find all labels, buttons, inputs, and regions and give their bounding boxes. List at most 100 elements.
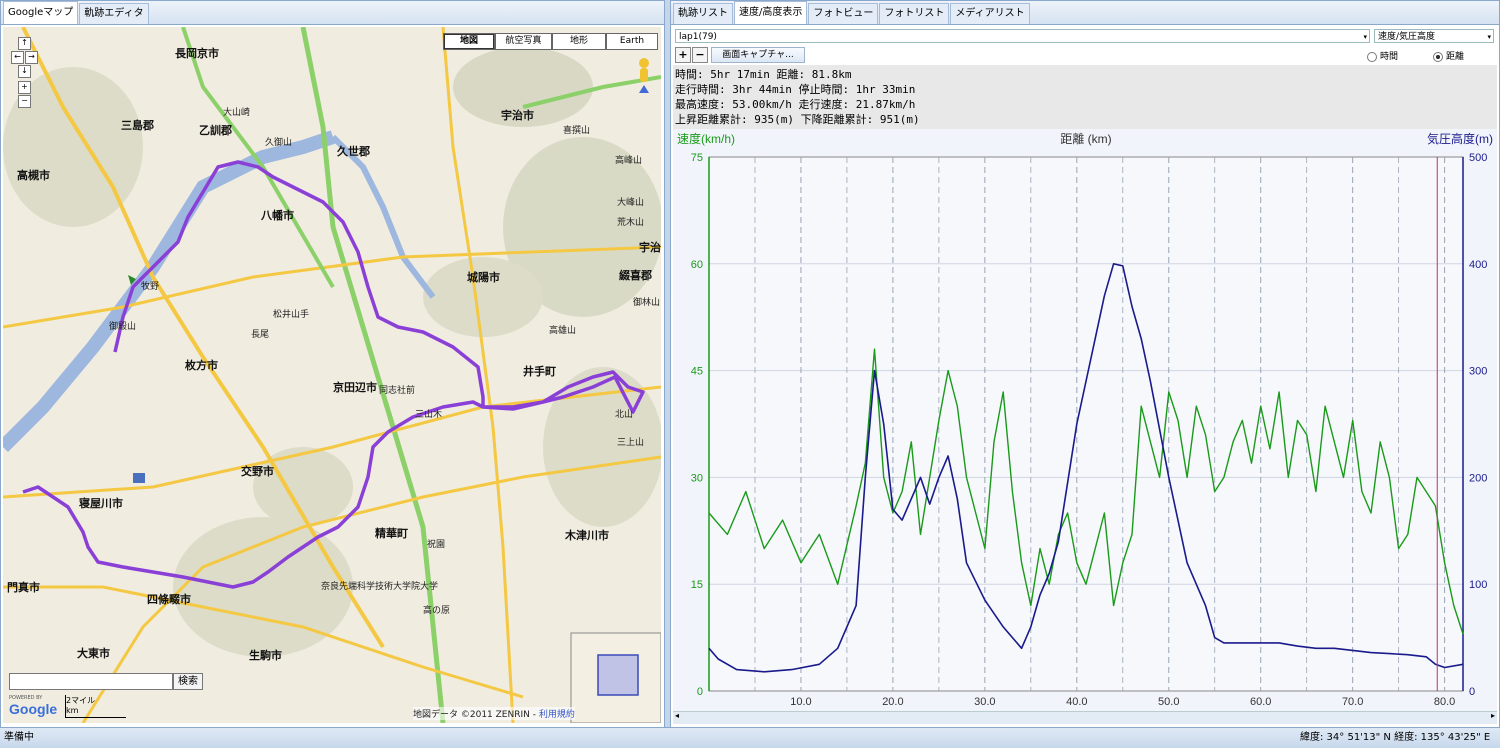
map-search-button[interactable]: 検索 bbox=[173, 673, 203, 690]
pan-right-button[interactable]: → bbox=[25, 51, 38, 64]
zoom-in-chart-button[interactable]: + bbox=[675, 47, 691, 63]
y-right-tick-label: 0 bbox=[1469, 686, 1475, 698]
right-tab-bar: 軌跡リスト 速度/高度表示 フォトビュー フォトリスト メディアリスト bbox=[671, 1, 1499, 25]
map-place-label: 八幡市 bbox=[261, 209, 294, 222]
map-place-label: 久御山 bbox=[265, 138, 293, 148]
map-place-label: 御殿山 bbox=[109, 322, 137, 332]
radio-distance[interactable]: 距離 bbox=[1433, 49, 1464, 62]
speed-altitude-chart[interactable]: 75 60 45 30 15 0 500 400 300 200 100 0 10.0 20.0 30.0 4… bbox=[673, 129, 1497, 711]
y-right-tick-label: 300 bbox=[1469, 366, 1487, 378]
map-place-label: 大東市 bbox=[77, 647, 110, 660]
map-place-label: 高峰山 bbox=[615, 156, 643, 166]
y-right-tick-label: 200 bbox=[1469, 472, 1487, 484]
y-left-tick-label: 15 bbox=[691, 579, 703, 591]
pan-down-button[interactable]: ↓ bbox=[18, 65, 31, 78]
map-type-satellite[interactable]: 航空写真 bbox=[495, 33, 552, 50]
x-tick-label: 10.0 bbox=[790, 696, 811, 708]
pan-left-button[interactable]: ← bbox=[11, 51, 24, 64]
radio-time-label: 時間 bbox=[1380, 52, 1399, 62]
y-left-tick-label: 30 bbox=[691, 472, 703, 484]
map-type-terrain[interactable]: 地形 bbox=[552, 33, 606, 50]
screen-capture-button[interactable]: 画面キャプチャ... bbox=[711, 47, 805, 63]
y-right-tick-label: 500 bbox=[1469, 152, 1487, 164]
chevron-down-icon: ▾ bbox=[1363, 33, 1367, 41]
y-right-axis-label: 気圧高度(m) bbox=[1427, 131, 1493, 146]
map-place-label: 精華町 bbox=[375, 527, 408, 540]
map-place-label: 城陽市 bbox=[467, 271, 500, 284]
tab-google-map[interactable]: Googleマップ bbox=[3, 1, 79, 24]
map-place-label: 荒木山 bbox=[617, 218, 645, 228]
map-copyright: 地図データ ©2011 ZENRIN - 利用規約 bbox=[413, 707, 575, 720]
lap-select-value: lap1(79) bbox=[679, 32, 717, 42]
x-tick-label: 50.0 bbox=[1158, 696, 1179, 708]
radio-distance-circle bbox=[1433, 51, 1443, 62]
google-logo[interactable]: Google bbox=[9, 701, 57, 717]
map-search-input[interactable] bbox=[9, 673, 173, 690]
x-tick-label: 40.0 bbox=[1066, 696, 1087, 708]
y-left-tick-label: 0 bbox=[697, 686, 703, 698]
scroll-right-arrow-icon[interactable]: ▸ bbox=[1491, 711, 1495, 720]
radio-time-circle bbox=[1367, 51, 1377, 62]
stats-elevation: 上昇距離累計: 935(m) 下降距離累計: 951(m) bbox=[675, 113, 920, 126]
stats-time: 時間: 5hr 17min 距離: 81.8km bbox=[675, 68, 852, 81]
x-tick-label: 60.0 bbox=[1250, 696, 1271, 708]
lap-select[interactable]: lap1(79) ▾ bbox=[675, 29, 1370, 43]
y-left-tick-label: 75 bbox=[691, 152, 703, 164]
map-place-label: 宇治 bbox=[639, 241, 661, 254]
radio-time[interactable]: 時間 bbox=[1367, 49, 1398, 62]
x-tick-label: 30.0 bbox=[974, 696, 995, 708]
x-tick-label: 80.0 bbox=[1434, 696, 1455, 708]
scroll-left-arrow-icon[interactable]: ◂ bbox=[675, 711, 679, 720]
map-place-label: 久世郡 bbox=[337, 145, 370, 158]
mode-select[interactable]: 速度/気圧高度 ▾ bbox=[1374, 29, 1494, 43]
map-place-label: 御林山 bbox=[633, 298, 661, 308]
map-place-label: 三上山 bbox=[617, 438, 645, 448]
mode-select-value: 速度/気圧高度 bbox=[1378, 32, 1436, 42]
pan-up-button[interactable]: ↑ bbox=[18, 37, 31, 50]
map-canvas[interactable]: 長岡京市 乙訓郡 三島郡 高槻市 久世郡 宇治市 八幡市 城陽市 枚方市 京田辺市 井手町 交野市 寝屋… bbox=[3, 27, 661, 723]
map-type-earth[interactable]: Earth bbox=[606, 33, 658, 50]
tab-track-editor[interactable]: 軌跡エディタ bbox=[79, 3, 149, 24]
zoom-out-chart-button[interactable]: − bbox=[692, 47, 708, 63]
terms-link[interactable]: 利用規約 bbox=[539, 710, 575, 720]
map-place-label: 長岡京市 bbox=[175, 47, 219, 60]
map-place-label: 祝園 bbox=[427, 540, 446, 550]
tab-media-list[interactable]: メディアリスト bbox=[950, 3, 1030, 24]
map-place-label: 枚方市 bbox=[185, 359, 218, 372]
y-right-tick-label: 400 bbox=[1469, 259, 1487, 271]
y-left-tick-label: 60 bbox=[691, 259, 703, 271]
tab-track-list[interactable]: 軌跡リスト bbox=[673, 3, 733, 24]
chart-horizontal-scrollbar[interactable]: ◂ ▸ bbox=[673, 711, 1497, 724]
map-place-label: 生駒市 bbox=[249, 649, 282, 662]
scale-km-label: km bbox=[66, 706, 79, 715]
map-place-label: 松井山手 bbox=[273, 310, 310, 320]
map-place-label: 井手町 bbox=[523, 365, 556, 378]
tab-speed-altitude[interactable]: 速度/高度表示 bbox=[734, 1, 808, 24]
map-panel: Googleマップ 軌跡エディタ 長岡京市 乙訓郡 三島郡 高槻市 久世郡 宇治… bbox=[0, 0, 665, 728]
chevron-down-icon: ▾ bbox=[1487, 33, 1491, 41]
track-stats: 時間: 5hr 17min 距離: 81.8km 走行時間: 3hr 44min… bbox=[673, 65, 1497, 129]
y-left-tick-label: 45 bbox=[691, 366, 703, 378]
stats-moving: 走行時間: 3hr 44min 停止時間: 1hr 33min bbox=[675, 83, 916, 96]
plot-area bbox=[708, 156, 1464, 692]
scale-bar: 2マイル km bbox=[65, 695, 126, 718]
map-place-label: 綴喜郡 bbox=[619, 269, 652, 282]
tab-photo-list[interactable]: フォトリスト bbox=[879, 3, 950, 24]
status-text: 準備中 bbox=[4, 732, 34, 743]
map-place-label: 北山 bbox=[615, 410, 634, 420]
tab-photo-view[interactable]: フォトビュー bbox=[808, 3, 879, 24]
map-place-label: 大山崎 bbox=[223, 108, 251, 118]
map-type-map[interactable]: 地図 bbox=[443, 33, 495, 50]
street-view-pegman-icon[interactable] bbox=[633, 55, 655, 95]
map-place-label: 奈良先端科学技術大学院大学 bbox=[321, 582, 439, 592]
map-place-label: 門真市 bbox=[7, 581, 40, 594]
zoom-in-button[interactable]: + bbox=[18, 81, 31, 94]
copyright-text: 地図データ ©2011 ZENRIN - bbox=[413, 710, 536, 720]
status-bar: 準備中 緯度: 34° 51'13" N 経度: 135° 43'25" E bbox=[0, 727, 1500, 748]
map-place-label: 三山木 bbox=[415, 410, 443, 420]
map-place-label: 喜撰山 bbox=[563, 126, 591, 136]
scale-miles-label: 2マイル bbox=[66, 696, 96, 705]
map-place-label: 交野市 bbox=[241, 465, 274, 478]
map-place-label: 高雄山 bbox=[549, 326, 577, 336]
zoom-out-button[interactable]: − bbox=[18, 95, 31, 108]
